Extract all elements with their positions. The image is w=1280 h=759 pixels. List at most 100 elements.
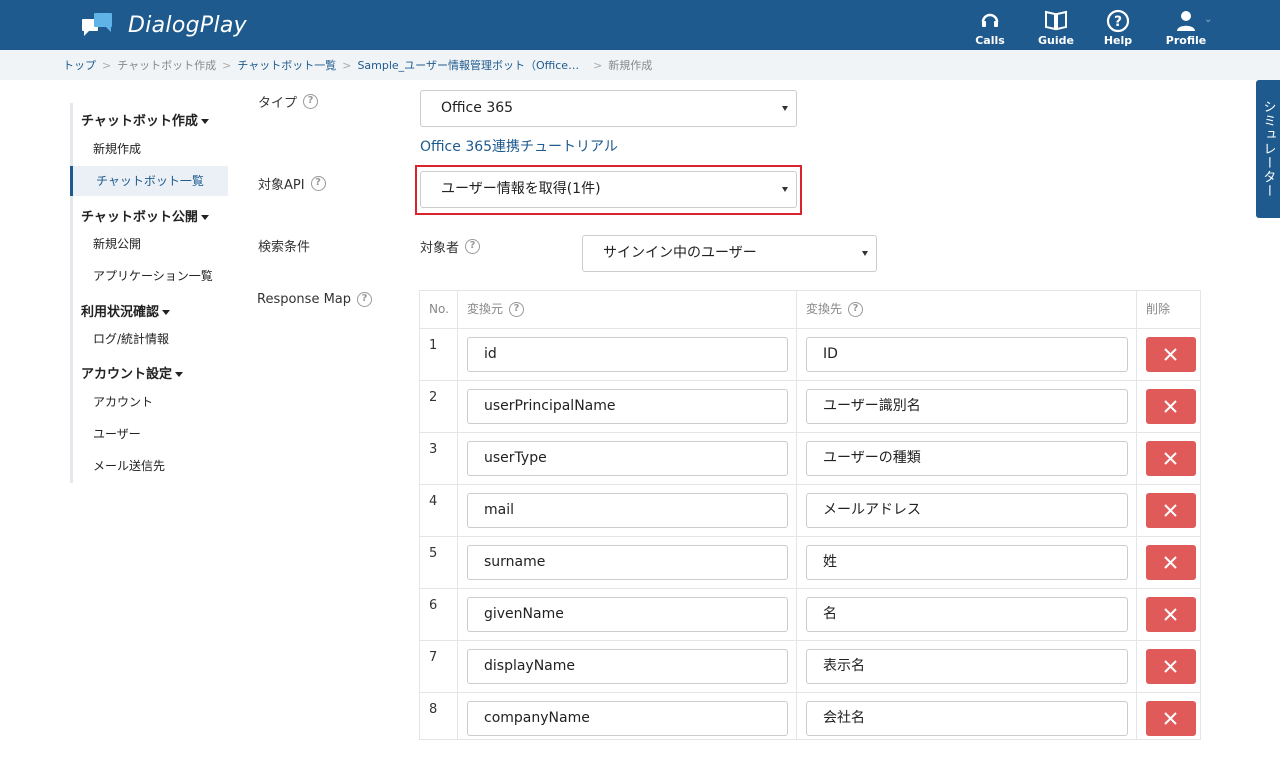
sidebar-group-account[interactable]: アカウント設定 — [81, 363, 184, 382]
row-number: 4 — [429, 494, 438, 509]
nav-profile-label: Profile — [1165, 34, 1207, 47]
breadcrumb-top[interactable]: トップ — [63, 57, 96, 73]
dest-field[interactable]: ユーザーの種類 — [806, 441, 1128, 476]
dest-field[interactable]: 表示名 — [806, 649, 1128, 684]
user-icon — [1177, 11, 1195, 31]
sidebar-item-logs[interactable]: ログ/統計情報 — [73, 324, 231, 354]
nav-guide-label: Guide — [1038, 34, 1074, 47]
nav-calls[interactable]: Calls — [960, 6, 1020, 48]
close-icon — [1164, 504, 1177, 517]
chevron-down-icon[interactable]: ⌄ — [1204, 14, 1212, 25]
source-field[interactable]: surname — [467, 545, 788, 580]
col-no: No. — [429, 302, 449, 316]
nav-profile[interactable]: Profile — [1156, 6, 1216, 48]
sidebar: チャットボット作成 新規作成 チャットボット一覧 チャットボット公開 新規公開 … — [70, 103, 230, 483]
source-field[interactable]: userType — [467, 441, 788, 476]
caret-down-icon — [200, 119, 209, 124]
close-icon — [1164, 348, 1177, 361]
breadcrumb-chatbot-list[interactable]: チャットボット一覧 — [237, 57, 336, 73]
source-field[interactable]: userPrincipalName — [467, 389, 788, 424]
dest-field[interactable]: 姓 — [806, 545, 1128, 580]
dropdown-arrow-icon — [782, 106, 788, 111]
dest-field[interactable]: 名 — [806, 597, 1128, 632]
source-field[interactable]: id — [467, 337, 788, 372]
source-field[interactable]: companyName — [467, 701, 788, 736]
response-map-table: No. 変換元? 変換先? 削除 1 id ID 2 userPrincipalName… — [419, 290, 1201, 740]
help-icon[interactable]: ? — [303, 94, 319, 109]
close-icon — [1164, 608, 1177, 621]
breadcrumb-new: 新規作成 — [608, 59, 653, 72]
col-delete: 削除 — [1146, 302, 1171, 316]
dropdown-arrow-icon — [782, 187, 788, 192]
breadcrumb: トップ > チャットボット作成 > チャットボット一覧 > Sample_ユーザ… — [0, 50, 1280, 80]
sidebar-item-new-publish[interactable]: 新規公開 — [73, 229, 231, 259]
source-field[interactable]: givenName — [467, 597, 788, 632]
app-name: DialogPlay — [128, 12, 247, 38]
caret-down-icon — [200, 215, 209, 220]
chat-bubbles-icon — [80, 11, 116, 39]
sidebar-item-account[interactable]: アカウント — [73, 387, 231, 417]
delete-button[interactable] — [1146, 701, 1196, 736]
help-icon[interactable]: ? — [465, 239, 481, 254]
delete-button[interactable] — [1146, 441, 1196, 476]
sidebar-item-chatbot-list[interactable]: チャットボット一覧 — [70, 166, 228, 196]
dest-field[interactable]: ID — [806, 337, 1128, 372]
dest-field[interactable]: ユーザー識別名 — [806, 389, 1128, 424]
breadcrumb-chatbot-create: チャットボット作成 — [117, 59, 217, 72]
delete-button[interactable] — [1146, 597, 1196, 632]
close-icon — [1164, 712, 1177, 725]
help-icon[interactable]: ? — [509, 302, 525, 317]
nav-help-label: Help — [1103, 34, 1133, 47]
dest-field[interactable]: メールアドレス — [806, 493, 1128, 528]
headset-icon — [981, 13, 999, 27]
search-condition-label: 検索条件 — [258, 240, 311, 255]
help-icon[interactable]: ? — [357, 292, 373, 307]
nav-guide[interactable]: Guide — [1026, 6, 1086, 48]
row-number: 6 — [429, 598, 438, 613]
sidebar-item-new[interactable]: 新規作成 — [73, 134, 231, 164]
dropdown-arrow-icon — [862, 251, 868, 256]
row-number: 2 — [429, 390, 438, 405]
row-number: 5 — [429, 546, 438, 561]
delete-button[interactable] — [1146, 493, 1196, 528]
sidebar-item-app-list[interactable]: アプリケーション一覧 — [73, 261, 231, 291]
nav-calls-label: Calls — [975, 34, 1005, 47]
nav-help[interactable]: ? Help — [1088, 6, 1148, 48]
svg-text:?: ? — [1114, 14, 1122, 30]
dest-field[interactable]: 会社名 — [806, 701, 1128, 736]
sidebar-group-chatbot-publish[interactable]: チャットボット公開 — [81, 206, 209, 225]
delete-button[interactable] — [1146, 389, 1196, 424]
api-label: 対象API? — [258, 174, 326, 193]
source-field[interactable]: displayName — [467, 649, 788, 684]
sidebar-item-users[interactable]: ユーザー — [73, 419, 231, 449]
help-icon[interactable]: ? — [848, 302, 864, 317]
delete-button[interactable] — [1146, 649, 1196, 684]
source-field[interactable]: mail — [467, 493, 788, 528]
help-icon[interactable]: ? — [310, 176, 326, 191]
response-map-label: Response Map? — [257, 292, 373, 307]
target-select[interactable]: サインイン中のユーザー — [582, 235, 877, 272]
close-icon — [1164, 400, 1177, 413]
row-number: 3 — [429, 442, 438, 457]
target-label: 対象者? — [420, 237, 481, 256]
caret-down-icon — [162, 310, 171, 315]
sidebar-group-chatbot-create[interactable]: チャットボット作成 — [81, 110, 209, 129]
caret-down-icon — [175, 372, 184, 377]
tutorial-link[interactable]: Office 365連携チュートリアル — [420, 136, 618, 156]
close-icon — [1164, 452, 1177, 465]
delete-button[interactable] — [1146, 545, 1196, 580]
simulator-tab[interactable]: シミュレーター — [1256, 80, 1280, 218]
breadcrumb-bot[interactable]: Sample_ユーザー情報管理ボット（Office… — [357, 57, 579, 73]
top-bar: DialogPlay Calls Guide ? Help Profile ⌄ — [0, 0, 1280, 50]
type-select[interactable]: Office 365 — [420, 90, 797, 127]
delete-button[interactable] — [1146, 337, 1196, 372]
book-icon — [1045, 10, 1067, 31]
api-select[interactable]: ユーザー情報を取得(1件) — [420, 171, 797, 208]
app-logo[interactable]: DialogPlay — [80, 10, 247, 40]
question-icon: ? — [1106, 9, 1130, 33]
close-icon — [1164, 660, 1177, 673]
sidebar-group-usage[interactable]: 利用状況確認 — [81, 301, 171, 320]
type-label: タイプ? — [258, 92, 319, 111]
row-number: 8 — [429, 702, 438, 717]
sidebar-item-mail[interactable]: メール送信先 — [73, 451, 231, 481]
